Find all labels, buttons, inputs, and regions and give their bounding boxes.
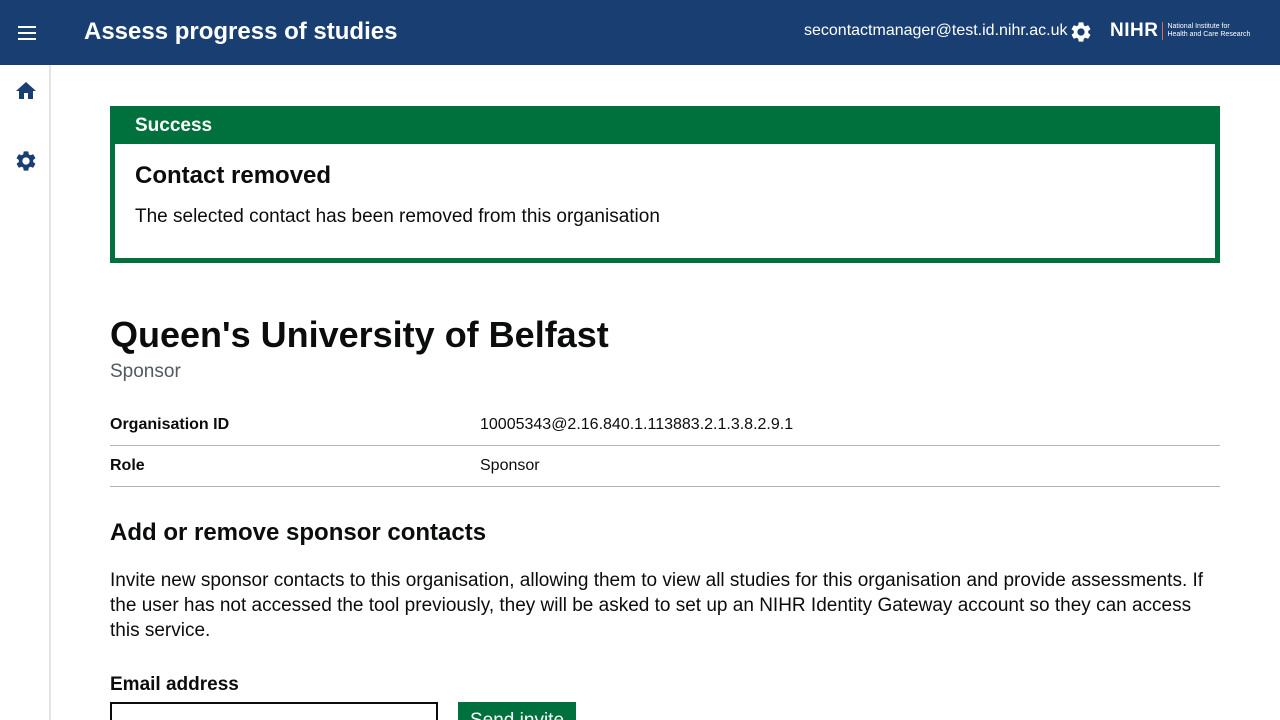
menu-icon-line xyxy=(18,26,36,28)
main-content: Success Contact removed The selected con… xyxy=(110,106,1220,720)
page-caption: Sponsor xyxy=(110,361,181,382)
success-banner: Success Contact removed The selected con… xyxy=(110,106,1220,263)
gear-icon[interactable] xyxy=(1069,20,1093,44)
summary-key: Role xyxy=(110,457,145,474)
summary-value: 10005343@2.16.840.1.113883.2.1.3.8.2.9.1 xyxy=(480,416,794,433)
nihr-logo[interactable]: NIHR National Institute for Health and C… xyxy=(1110,19,1250,43)
banner-heading: Success xyxy=(115,111,1215,144)
banner-title: Contact removed xyxy=(135,162,332,189)
summary-list: Organisation ID 10005343@2.16.840.1.1138… xyxy=(110,405,1220,487)
menu-icon-line xyxy=(18,32,36,34)
home-icon[interactable] xyxy=(14,79,38,103)
logo-mark: NIHR xyxy=(1110,20,1159,41)
user-email: secontactmanager@test.id.nihr.ac.uk xyxy=(804,22,1068,39)
send-invite-button[interactable]: Send invite xyxy=(458,702,577,720)
logo-line: Health and Care Research xyxy=(1167,31,1251,38)
email-field[interactable] xyxy=(110,702,438,720)
menu-icon-line xyxy=(18,38,36,40)
app-title[interactable]: Assess progress of studies xyxy=(84,18,397,46)
page-title: Queen's University of Belfast xyxy=(110,314,609,355)
top-header: Assess progress of studies secontactmana… xyxy=(0,0,1280,65)
summary-value: Sponsor xyxy=(480,457,540,474)
banner-body: Contact removed The selected contact has… xyxy=(115,144,1215,258)
logo-line: National Institute for xyxy=(1167,23,1230,30)
summary-key: Organisation ID xyxy=(110,416,230,433)
logo-text: National Institute for Health and Care R… xyxy=(1167,23,1250,39)
sidebar xyxy=(0,65,51,720)
logo-divider xyxy=(1162,22,1164,40)
gear-icon[interactable] xyxy=(14,149,38,173)
email-label: Email address xyxy=(110,674,239,695)
menu-icon[interactable] xyxy=(12,17,42,47)
section-description: Invite new sponsor contacts to this orga… xyxy=(110,570,1204,641)
section-title: Add or remove sponsor contacts xyxy=(110,519,487,546)
summary-row: Organisation ID 10005343@2.16.840.1.1138… xyxy=(110,405,1220,446)
summary-row: Role Sponsor xyxy=(110,446,1220,487)
banner-message: The selected contact has been removed fr… xyxy=(135,206,660,227)
invite-form: Send invite xyxy=(110,702,1220,720)
